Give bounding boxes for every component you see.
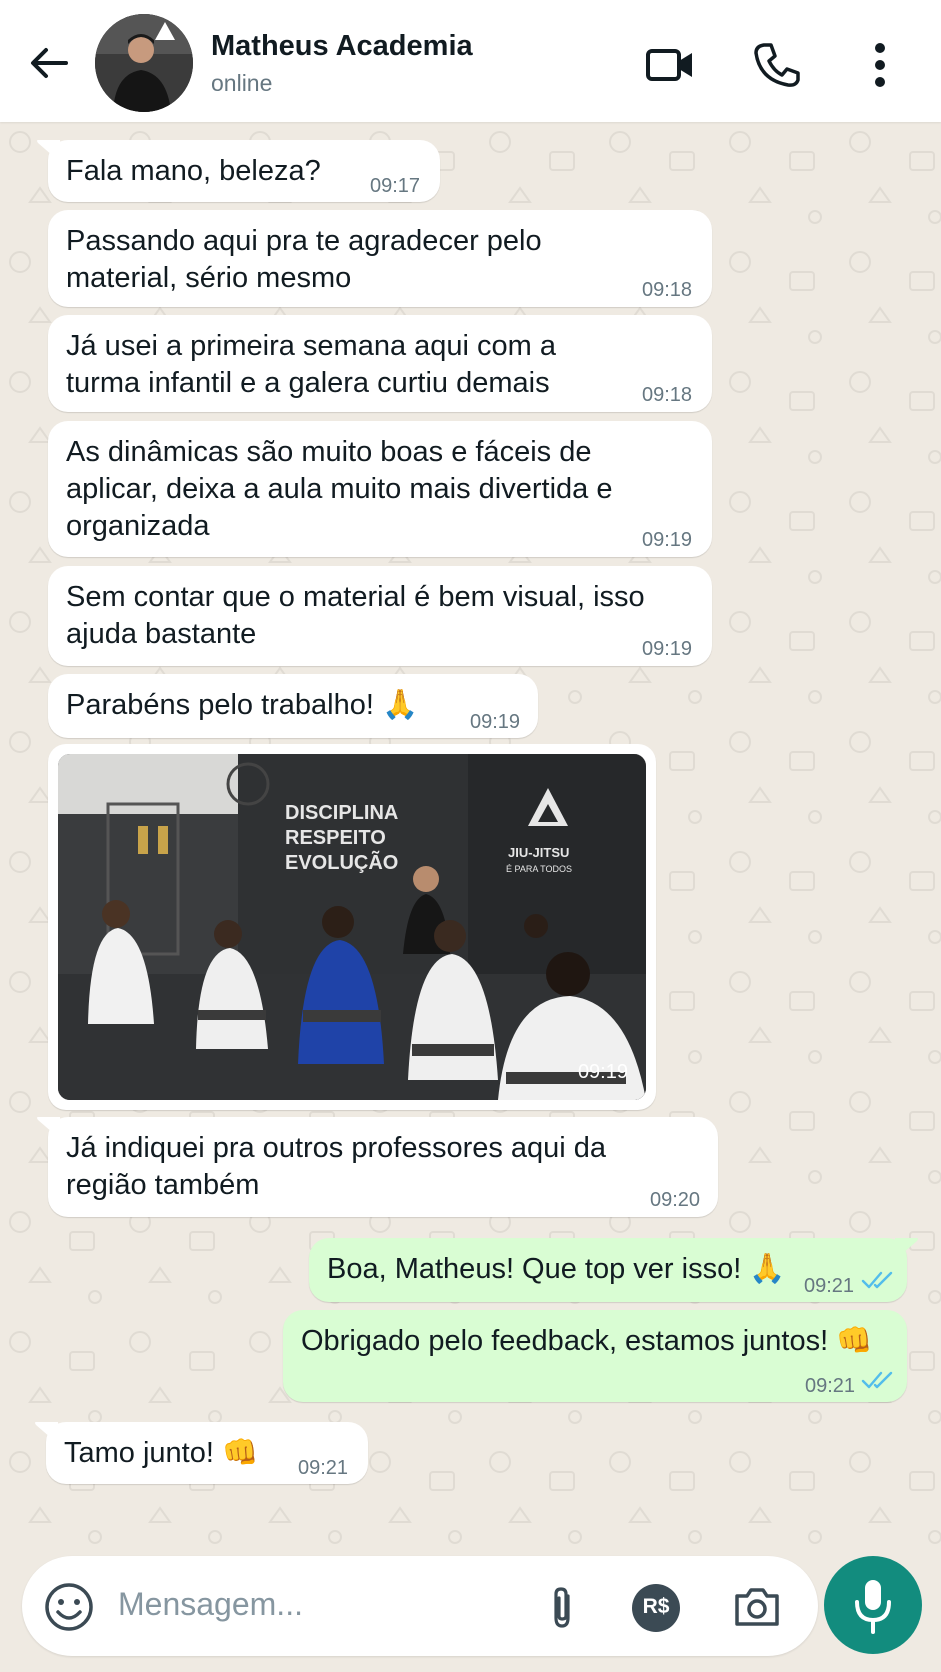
attach-icon[interactable] bbox=[542, 1584, 582, 1632]
read-ticks-icon bbox=[861, 1271, 893, 1289]
message-time: 09:18 bbox=[642, 279, 693, 301]
chat-header: Matheus Academia online bbox=[0, 0, 941, 122]
message-text: Já indiquei pra outros professores aqui … bbox=[66, 1132, 607, 1201]
contact-status: online bbox=[211, 70, 273, 96]
camera-icon[interactable] bbox=[732, 1582, 782, 1630]
read-ticks-icon bbox=[861, 1371, 893, 1389]
video-call-icon[interactable] bbox=[645, 40, 695, 90]
message-bubble[interactable]: Tamo junto! 👊 09:21 bbox=[35, 1422, 368, 1484]
message-text: Boa, Matheus! Que top ver isso! 🙏 bbox=[327, 1253, 786, 1285]
message-text: Obrigado pelo feedback, estamos juntos! … bbox=[301, 1325, 873, 1357]
emoji-icon[interactable] bbox=[42, 1580, 96, 1634]
message-text: Tamo junto! 👊 bbox=[64, 1437, 259, 1469]
pix-label: R$ bbox=[642, 1595, 670, 1618]
photo-message[interactable]: DISCIPLINA RESPEITO EVOLUÇÃO JIU-JITSU É… bbox=[48, 744, 656, 1110]
back-arrow-icon[interactable] bbox=[26, 40, 72, 86]
message-bubble[interactable]: Parabéns pelo trabalho! 🙏 09:19 bbox=[48, 674, 538, 738]
bubble-tail bbox=[35, 1422, 58, 1444]
message-time: 09:19 bbox=[642, 529, 693, 551]
message-bubble-outgoing[interactable]: Obrigado pelo feedback, estamos juntos! … bbox=[283, 1310, 907, 1402]
wall-text: DISCIPLINA bbox=[285, 802, 398, 824]
message-text: Já usei a primeira semana aqui com a tur… bbox=[66, 330, 557, 399]
message-text: Sem contar que o material é bem visual, … bbox=[66, 581, 645, 650]
message-time: 09:21 bbox=[804, 1275, 855, 1297]
avatar[interactable] bbox=[95, 14, 193, 112]
bubble-tail bbox=[37, 140, 60, 162]
message-time: 09:19 bbox=[470, 711, 521, 733]
message-text: Fala mano, beleza? bbox=[66, 155, 321, 187]
message-input[interactable]: Mensagem... bbox=[118, 1586, 303, 1623]
wall-text: RESPEITO bbox=[285, 827, 386, 849]
message-bubble[interactable]: Já usei a primeira semana aqui com a tur… bbox=[48, 315, 712, 412]
photo-image[interactable]: DISCIPLINA RESPEITO EVOLUÇÃO JIU-JITSU É… bbox=[58, 754, 646, 1100]
message-composer: Mensagem... R$ bbox=[22, 1556, 818, 1656]
message-time: 09:19 bbox=[642, 638, 693, 660]
message-text: As dinâmicas são muito boas e fáceis de … bbox=[66, 436, 613, 542]
more-vert-icon[interactable] bbox=[855, 40, 905, 90]
message-bubble[interactable]: As dinâmicas são muito boas e fáceis de … bbox=[48, 421, 712, 557]
message-bubble[interactable]: Sem contar que o material é bem visual, … bbox=[48, 566, 712, 666]
message-bubble[interactable]: Já indiquei pra outros professores aqui … bbox=[37, 1117, 718, 1217]
message-time: 09:19 bbox=[577, 1061, 628, 1083]
message-time: 09:20 bbox=[650, 1189, 701, 1211]
message-text: Parabéns pelo trabalho! 🙏 bbox=[66, 689, 419, 721]
wall-text: É PARA TODOS bbox=[506, 864, 572, 874]
wall-text: EVOLUÇÃO bbox=[285, 851, 398, 874]
mic-button[interactable] bbox=[824, 1556, 922, 1654]
contact-name[interactable]: Matheus Academia bbox=[211, 30, 473, 63]
message-bubble[interactable]: Fala mano, beleza? 09:17 bbox=[37, 140, 440, 202]
message-text: Passando aqui pra te agradecer pelo mate… bbox=[66, 225, 542, 294]
message-time: 09:21 bbox=[298, 1457, 349, 1479]
message-time: 09:18 bbox=[642, 384, 693, 406]
bubble-tail bbox=[37, 1117, 60, 1139]
message-time: 09:17 bbox=[370, 175, 421, 197]
pix-icon[interactable]: R$ bbox=[632, 1584, 680, 1632]
phone-icon[interactable] bbox=[752, 40, 802, 90]
bubble-tail bbox=[895, 1238, 918, 1260]
wall-text: JIU-JITSU bbox=[508, 845, 569, 860]
message-time: 09:21 bbox=[805, 1375, 856, 1397]
mic-icon bbox=[855, 1580, 891, 1634]
message-bubble-outgoing[interactable]: Boa, Matheus! Que top ver isso! 🙏 09:21 bbox=[309, 1238, 918, 1302]
message-bubble[interactable]: Passando aqui pra te agradecer pelo mate… bbox=[48, 210, 712, 307]
